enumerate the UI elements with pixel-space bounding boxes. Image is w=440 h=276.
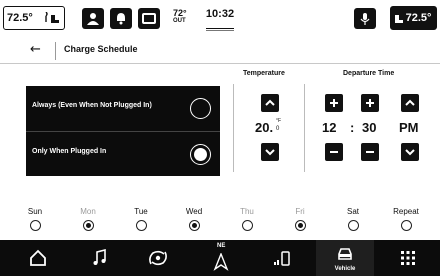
chevron-up-icon: [265, 99, 275, 106]
day-sun[interactable]: Sun: [18, 207, 52, 231]
person-icon: [87, 13, 99, 25]
day-thu-label: Thu: [240, 207, 254, 216]
temperature-title: Temperature: [243, 70, 285, 77]
music-icon: [93, 249, 106, 265]
temperature-decimal: 0: [276, 126, 280, 132]
nav-vehicle[interactable]: Vehicle: [316, 240, 374, 276]
seat-heat-icon: [45, 12, 59, 23]
departure-title: Departure Time: [343, 70, 395, 77]
profile-button[interactable]: [82, 8, 104, 29]
departure-separator: :: [350, 120, 355, 135]
option-plugged-in[interactable]: Only When Plugged In: [26, 131, 220, 176]
day-tue[interactable]: Tue: [124, 207, 158, 231]
nav-vehicle-label: Vehicle: [334, 266, 356, 272]
voice-button[interactable]: [354, 8, 376, 29]
day-sat-label: Sat: [346, 207, 359, 216]
day-fri-label: Fri: [295, 207, 305, 216]
driver-temp-button[interactable]: 72.5°: [3, 6, 65, 30]
microphone-icon: [360, 13, 370, 25]
nav-navigation[interactable]: NE: [196, 240, 244, 276]
day-sat[interactable]: Sat: [336, 207, 370, 231]
period-down-button[interactable]: [401, 143, 419, 161]
outside-temp: 72° OUT: [173, 9, 187, 25]
screen-off-icon: [142, 13, 156, 24]
minus-icon: [366, 151, 374, 153]
option-plugged-in-radio[interactable]: [190, 144, 211, 165]
day-thu[interactable]: Thu: [230, 207, 264, 231]
outside-temp-label: OUT: [173, 18, 186, 24]
driver-temp: 72.5°: [7, 12, 33, 24]
plus-icon: [330, 99, 338, 107]
temperature-right-divider: [304, 84, 305, 172]
period-up-button[interactable]: [401, 94, 419, 112]
day-fri[interactable]: Fri: [283, 207, 317, 231]
hour-down-button[interactable]: [325, 143, 343, 161]
departure-hour: 12: [322, 120, 337, 135]
nav-phone[interactable]: [258, 240, 306, 276]
option-always-radio[interactable]: [190, 98, 211, 119]
header-divider: [55, 42, 56, 60]
phone-signal-icon: [274, 251, 290, 266]
seat-heat-right-icon: [395, 15, 403, 23]
car-icon: [338, 248, 352, 260]
minute-up-button[interactable]: [361, 94, 379, 112]
home-icon: [30, 249, 46, 266]
temperature-up-button[interactable]: [261, 94, 279, 112]
departure-period: PM: [399, 120, 419, 135]
page-title: Charge Schedule: [64, 44, 138, 54]
temperature-left-divider: [233, 84, 234, 172]
bottom-nav: NE Vehicle: [0, 240, 440, 276]
notifications-button[interactable]: [110, 8, 132, 29]
temperature-down-button[interactable]: [261, 143, 279, 161]
day-repeat[interactable]: Repeat: [389, 207, 423, 231]
day-wed[interactable]: Wed: [177, 207, 211, 231]
clock: 10:32: [205, 8, 235, 20]
day-thu-radio[interactable]: [241, 220, 253, 231]
day-repeat-radio[interactable]: [400, 220, 412, 231]
day-mon-label: Mon: [80, 207, 96, 216]
day-repeat-label: Repeat: [393, 207, 419, 216]
bell-icon: [117, 13, 125, 25]
back-button[interactable]: ←: [30, 42, 41, 57]
option-always-label: Always (Even When Not Plugged In): [32, 102, 152, 109]
page-header: ← Charge Schedule: [0, 38, 440, 64]
nav-media[interactable]: [76, 240, 124, 276]
day-sun-label: Sun: [27, 207, 43, 216]
chevron-up-icon: [405, 99, 415, 106]
minute-down-button[interactable]: [361, 143, 379, 161]
hour-up-button[interactable]: [325, 94, 343, 112]
option-always[interactable]: Always (Even When Not Plugged In): [26, 86, 220, 131]
compass-icon: [213, 253, 229, 271]
day-sun-radio[interactable]: [29, 220, 41, 231]
day-tue-radio[interactable]: [135, 220, 147, 231]
chevron-down-icon: [265, 149, 275, 156]
passenger-temp-button[interactable]: 72.5°: [390, 6, 437, 30]
nav-climate[interactable]: [134, 240, 182, 276]
option-plugged-in-label: Only When Plugged In: [32, 148, 107, 155]
status-bar: 72.5° 72° OUT 10:32 72.5°: [0, 0, 440, 36]
day-wed-radio[interactable]: [188, 220, 200, 231]
apps-grid-icon: [401, 251, 415, 265]
plus-icon: [366, 99, 374, 107]
compass-heading: NE: [217, 243, 226, 249]
nav-apps[interactable]: [384, 240, 432, 276]
nav-home[interactable]: [14, 240, 62, 276]
day-mon[interactable]: Mon: [71, 207, 105, 231]
temperature-unit: °F: [276, 118, 282, 124]
chevron-down-icon: [405, 149, 415, 156]
minus-icon: [330, 151, 338, 153]
day-mon-radio[interactable]: [82, 220, 94, 231]
day-tue-label: Tue: [134, 207, 148, 216]
climate-fan-icon: [149, 250, 167, 266]
temperature-value: 20.: [255, 120, 274, 135]
day-fri-radio[interactable]: [294, 220, 306, 231]
screen-off-button[interactable]: [138, 8, 160, 29]
day-wed-label: Wed: [185, 207, 203, 216]
clock-divider: [206, 28, 234, 29]
departure-minute: 30: [362, 120, 377, 135]
day-sat-radio[interactable]: [347, 220, 359, 231]
